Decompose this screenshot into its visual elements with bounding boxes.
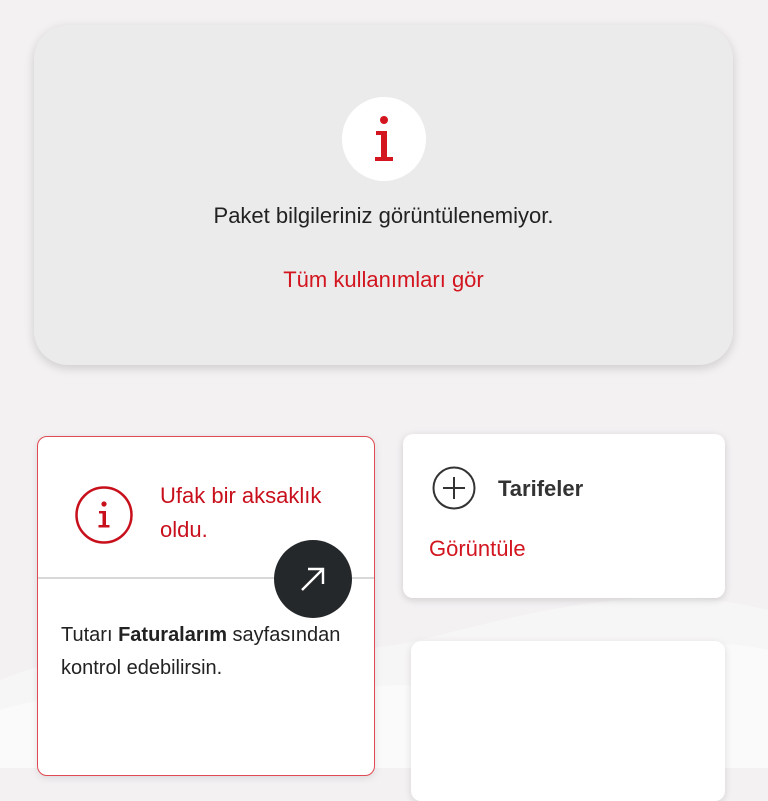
all-usages-link[interactable]: Tüm kullanımları gör <box>34 267 733 293</box>
empty-card <box>411 641 725 801</box>
bill-error-card: Ufak bir aksaklık oldu. Tutarı Faturalar… <box>37 436 375 776</box>
open-bills-button[interactable] <box>274 540 352 618</box>
info-circle-icon <box>75 486 133 544</box>
package-info-message: Paket bilgileriniz görüntülenemiyor. <box>213 203 554 228</box>
tariffs-title: Tarifeler <box>498 476 584 501</box>
error-title: Ufak bir aksaklık oldu. <box>160 483 322 542</box>
tariffs-card[interactable]: Tarifeler Görüntüle <box>403 434 725 598</box>
package-info-card: Paket bilgileriniz görüntülenemiyor. Tüm… <box>34 25 733 365</box>
body-prefix: Tutarı <box>61 624 119 646</box>
view-tariffs-link[interactable]: Görüntüle <box>429 536 526 562</box>
arrow-up-right-icon <box>301 567 325 591</box>
plus-circle-icon <box>432 466 476 510</box>
error-body-text: Tutarı Faturalarım sayfasından kontrol e… <box>61 619 361 685</box>
body-bold-link-text: Faturalarım <box>118 624 227 646</box>
info-icon <box>342 97 426 181</box>
